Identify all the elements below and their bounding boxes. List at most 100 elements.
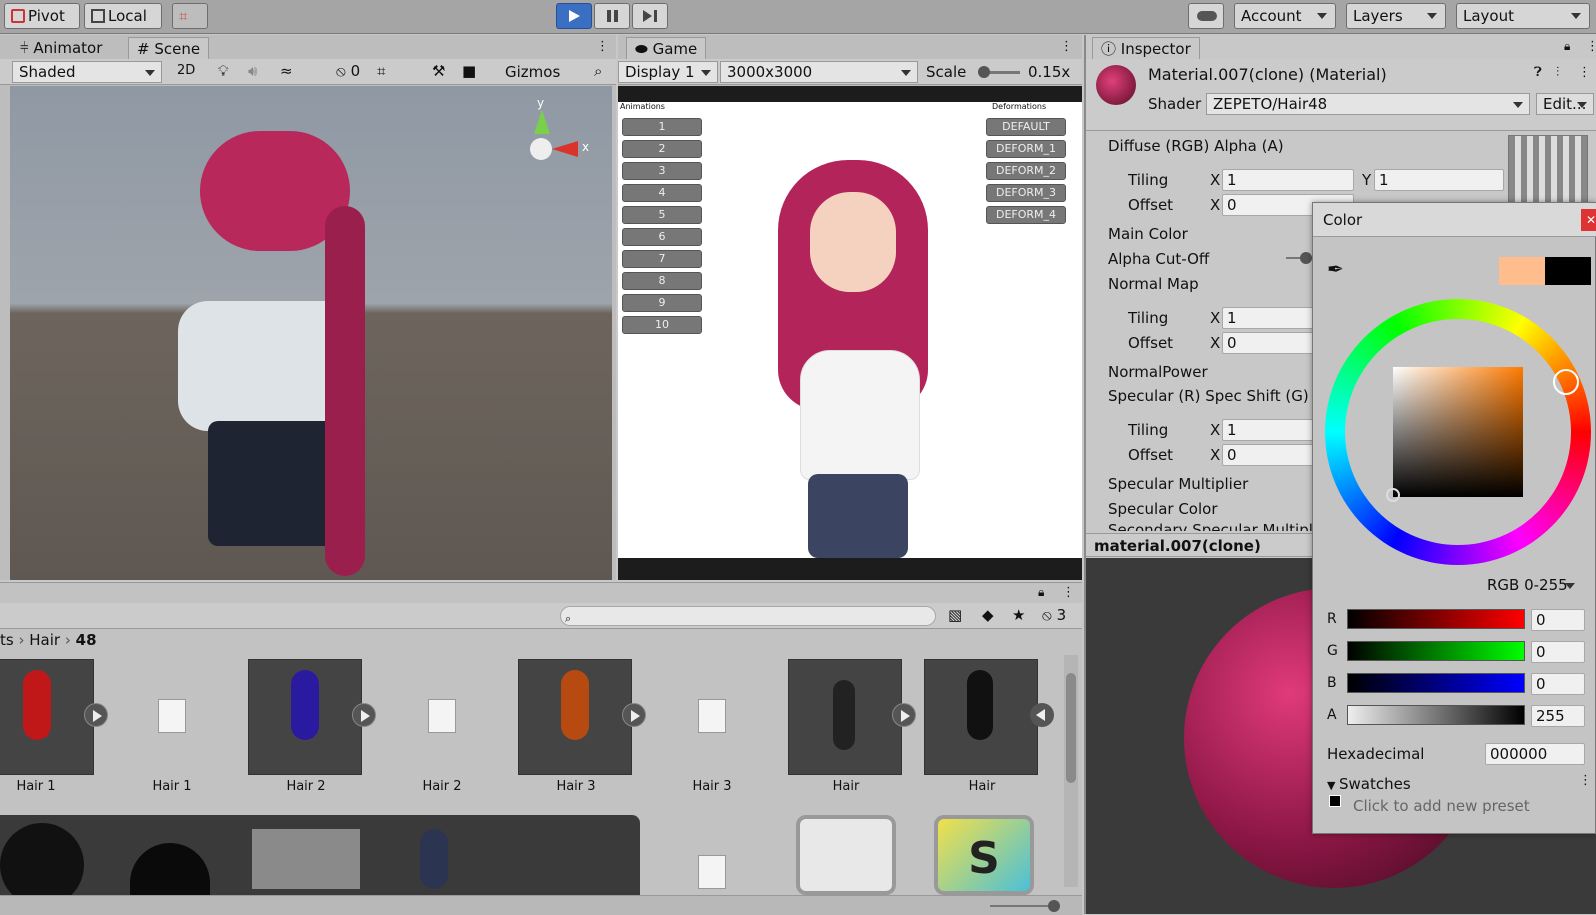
- shader-asset-icon[interactable]: S: [934, 815, 1034, 895]
- text-asset-icon[interactable]: [796, 815, 896, 895]
- animation-button-3[interactable]: 3: [622, 162, 702, 180]
- spec-offset-x-field[interactable]: 0: [1222, 444, 1318, 466]
- thumbnail-size-slider[interactable]: [990, 900, 1060, 912]
- deform-button-3[interactable]: DEFORM_3: [986, 184, 1066, 202]
- 2d-toggle[interactable]: 2D: [177, 63, 195, 78]
- current-color-swatch[interactable]: [1545, 257, 1591, 285]
- scale-slider[interactable]: [978, 66, 1020, 78]
- file-icon[interactable]: [698, 855, 726, 889]
- scene-orientation-gizmo[interactable]: y x: [510, 96, 600, 206]
- project-search-input[interactable]: ⌕: [560, 606, 936, 626]
- cloud-button[interactable]: [1188, 3, 1224, 29]
- tools-icon[interactable]: ⚒: [432, 62, 445, 80]
- more-menu-icon[interactable]: ⋮: [596, 39, 609, 54]
- tab-game[interactable]: ⬬ Game: [626, 37, 707, 59]
- animation-button-5[interactable]: 5: [622, 206, 702, 224]
- hidden-packages-toggle[interactable]: ⦸ 3: [1042, 606, 1066, 624]
- hair-mesh-thumbnail[interactable]: [420, 829, 448, 889]
- texture-thumbnail[interactable]: [0, 823, 84, 895]
- animation-button-6[interactable]: 6: [622, 228, 702, 246]
- display-dropdown[interactable]: Display 1: [618, 61, 718, 83]
- shader-dropdown[interactable]: ZEPETO/Hair48: [1206, 93, 1530, 115]
- hue-handle[interactable]: [1553, 369, 1579, 395]
- pivot-button[interactable]: Pivot: [4, 3, 80, 29]
- tab-animator[interactable]: ⫩ Animator: [12, 37, 110, 59]
- sv-handle[interactable]: [1386, 488, 1400, 502]
- hidden-toggle[interactable]: ⦸ 0: [336, 62, 360, 80]
- tab-scene[interactable]: # Scene: [128, 37, 210, 59]
- account-dropdown[interactable]: Account: [1234, 3, 1336, 29]
- collapse-arrow-icon[interactable]: [1030, 703, 1054, 727]
- saturation-value-square[interactable]: [1386, 367, 1523, 502]
- channel-b-slider[interactable]: [1347, 673, 1525, 693]
- add-preset-hint[interactable]: Click to add new preset: [1353, 797, 1530, 815]
- play-button[interactable]: [556, 3, 592, 29]
- eyedropper-icon[interactable]: ✒: [1327, 257, 1344, 281]
- camera-icon[interactable]: ■: [462, 62, 476, 80]
- tiling-x-field[interactable]: 1: [1222, 169, 1354, 191]
- scrollbar-thumb[interactable]: [1066, 673, 1076, 783]
- channel-a-slider[interactable]: [1347, 705, 1525, 725]
- hexadecimal-field[interactable]: 000000: [1485, 743, 1585, 765]
- breadcrumb-item[interactable]: ts: [0, 631, 14, 649]
- expand-arrow-icon[interactable]: [352, 703, 376, 727]
- hue-wheel[interactable]: [1325, 299, 1591, 565]
- spec-tiling-x-field[interactable]: 1: [1222, 419, 1318, 441]
- asset-grid-scrollbar[interactable]: [1064, 655, 1078, 887]
- lighting-icon[interactable]: 💡︎: [218, 62, 229, 80]
- asset-hair3-prefab[interactable]: [518, 659, 632, 775]
- channel-r-slider[interactable]: [1347, 609, 1525, 629]
- edit-shader-button[interactable]: Edit...: [1536, 93, 1594, 115]
- noise-texture-thumbnail[interactable]: [252, 829, 360, 889]
- previous-color-swatch[interactable]: [1499, 257, 1545, 285]
- local-button[interactable]: Local: [84, 3, 162, 29]
- channel-r-field[interactable]: 0: [1531, 609, 1585, 631]
- deform-button-1[interactable]: DEFORM_1: [986, 140, 1066, 158]
- tiling-y-field[interactable]: 1: [1374, 169, 1504, 191]
- more-menu-icon[interactable]: ⋮: [1579, 773, 1592, 788]
- breadcrumb-current[interactable]: 48: [76, 631, 97, 649]
- gizmos-dropdown[interactable]: Gizmos: [505, 63, 560, 81]
- animation-button-1[interactable]: 1: [622, 118, 702, 136]
- normal-tiling-x-field[interactable]: 1: [1222, 307, 1318, 329]
- pause-button[interactable]: [594, 3, 630, 29]
- close-icon[interactable]: ✕: [1581, 209, 1596, 231]
- alpha-cutoff-handle[interactable]: [1300, 252, 1312, 264]
- tab-inspector[interactable]: ⓘ Inspector: [1092, 37, 1200, 59]
- expand-arrow-icon[interactable]: [84, 703, 108, 727]
- more-menu-icon[interactable]: ⋮: [1578, 65, 1591, 80]
- grid-toggle-icon[interactable]: ⌗: [377, 62, 385, 80]
- asset-hair-model[interactable]: [924, 659, 1038, 775]
- file-icon[interactable]: [698, 699, 726, 733]
- lock-icon[interactable]: 🔒︎: [1038, 585, 1044, 600]
- resolution-dropdown[interactable]: 3000x3000: [720, 61, 918, 83]
- asset-hair-prefab[interactable]: [788, 659, 902, 775]
- asset-hair1-prefab[interactable]: [0, 659, 94, 775]
- preset-icon[interactable]: ⫶: [1556, 65, 1559, 80]
- channel-g-field[interactable]: 0: [1531, 641, 1585, 663]
- channel-a-field[interactable]: 255: [1531, 705, 1585, 727]
- animation-button-2[interactable]: 2: [622, 140, 702, 158]
- help-icon[interactable]: ❓︎: [1534, 65, 1542, 80]
- effects-icon[interactable]: ≈: [280, 62, 293, 80]
- favorite-star-icon[interactable]: ★: [1012, 606, 1025, 624]
- diffuse-texture-slot[interactable]: [1508, 135, 1588, 205]
- deform-button-4[interactable]: DEFORM_4: [986, 206, 1066, 224]
- swatches-foldout[interactable]: ▼ Swatches: [1327, 775, 1411, 793]
- deform-button-2[interactable]: DEFORM_2: [986, 162, 1066, 180]
- animation-button-10[interactable]: 10: [622, 316, 702, 334]
- color-mode-dropdown[interactable]: RGB 0-255: [1481, 575, 1581, 597]
- step-button[interactable]: [632, 3, 668, 29]
- normal-offset-x-field[interactable]: 0: [1222, 332, 1318, 354]
- expand-arrow-icon[interactable]: [892, 703, 916, 727]
- audio-icon[interactable]: 🔊︎: [248, 62, 257, 80]
- game-canvas[interactable]: Animations Deformations 1 2 3 4 5 6 7 8 …: [618, 102, 1082, 558]
- more-menu-icon[interactable]: ⋮: [1062, 585, 1075, 600]
- asset-hair2-prefab[interactable]: [248, 659, 362, 775]
- thumbnail-size-handle[interactable]: [1048, 900, 1060, 912]
- animation-button-4[interactable]: 4: [622, 184, 702, 202]
- filter-type-icon[interactable]: ▧: [948, 606, 962, 624]
- breadcrumb-item[interactable]: Hair: [29, 631, 60, 649]
- animation-button-7[interactable]: 7: [622, 250, 702, 268]
- animation-button-9[interactable]: 9: [622, 294, 702, 312]
